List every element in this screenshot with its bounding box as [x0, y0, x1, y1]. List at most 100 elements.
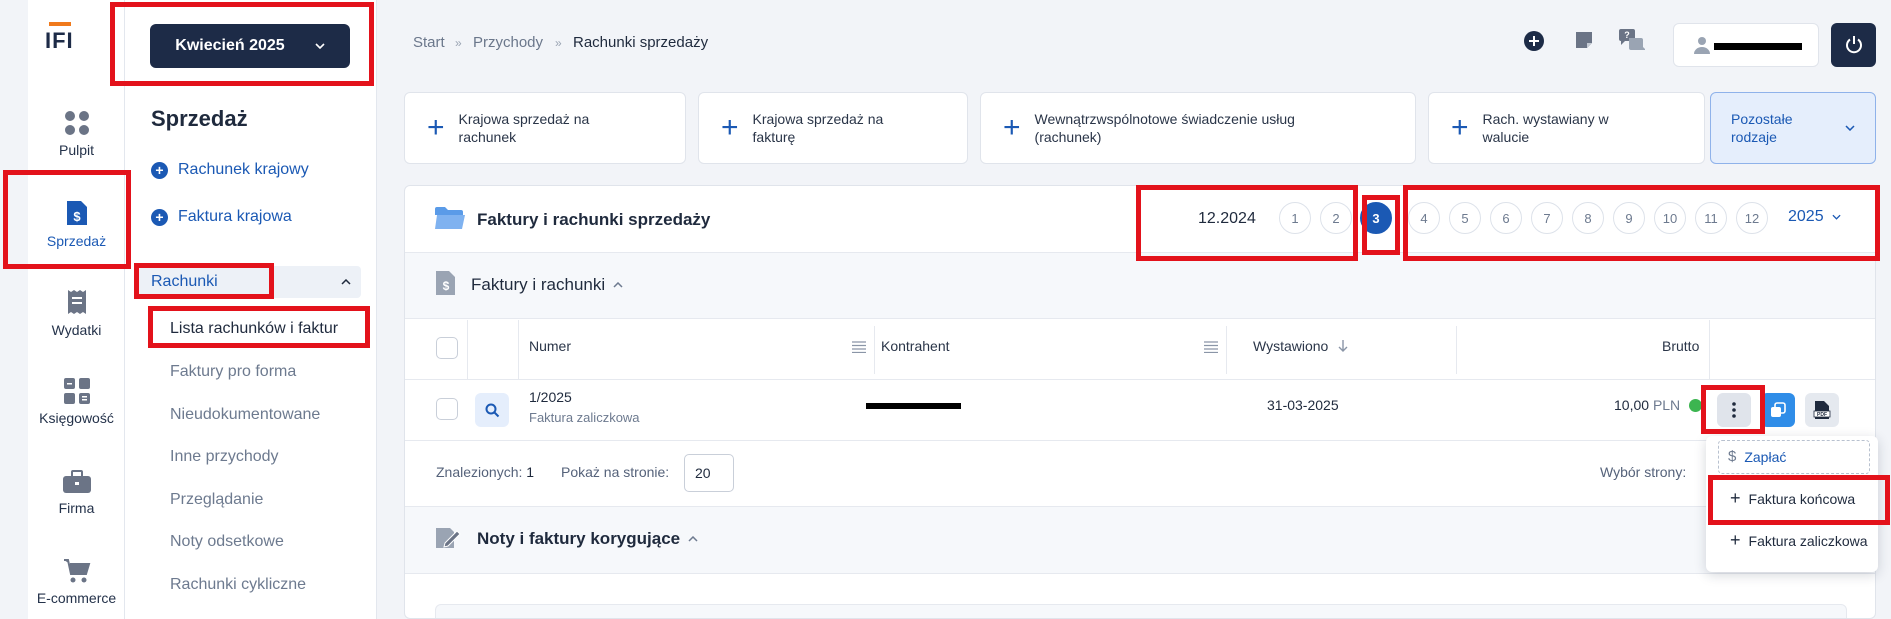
corrections-section-title[interactable]: Noty i faktury korygujące [477, 529, 698, 549]
quick-card-domestic-invoice[interactable]: + Krajowa sprzedaż na fakturę [698, 92, 968, 164]
column-divider [467, 320, 468, 380]
rail-item-sprzedaz[interactable]: $ Sprzedaż [28, 199, 125, 249]
plus-icon: + [1451, 111, 1469, 144]
group-header-rachunki[interactable]: Rachunki [139, 266, 361, 298]
plus-icon: + [1003, 111, 1021, 144]
pdf-button[interactable]: PDF [1805, 393, 1839, 427]
row-checkbox[interactable] [436, 398, 458, 420]
invoice-number[interactable]: 1/2025 [529, 389, 572, 405]
column-header-issued[interactable]: Wystawiono [1253, 338, 1348, 354]
logout-button[interactable] [1831, 23, 1876, 67]
per-page-input[interactable]: 20 [684, 454, 734, 492]
sub-navigation: Kwiecień 2025 Sprzedaż + Rachunek krajow… [125, 0, 377, 619]
briefcase-icon [62, 470, 91, 493]
plus-icon: + [427, 111, 445, 144]
month-page-2[interactable]: 2 [1320, 202, 1352, 234]
svg-text:?: ? [1624, 30, 1630, 40]
quick-card-eu-services[interactable]: + Wewnątrzwspólnotowe świadczenie usług … [980, 92, 1416, 164]
previous-period-link[interactable]: 12.2024 [1198, 210, 1256, 228]
row-more-button[interactable] [1717, 393, 1751, 427]
month-page-9[interactable]: 9 [1613, 202, 1645, 234]
status-dot [1689, 399, 1702, 412]
rail-item-firma[interactable]: Firma [28, 470, 125, 516]
plus-circle-icon: + [151, 161, 168, 179]
sort-down-icon [1338, 340, 1348, 352]
month-page-10[interactable]: 10 [1654, 202, 1686, 234]
breadcrumb-revenues[interactable]: Przychody [473, 34, 543, 51]
advance-invoice-action[interactable]: + Faktura zaliczkowa [1730, 530, 1868, 551]
quick-card-foreign-currency[interactable]: + Rach. wystawiany w walucie [1428, 92, 1705, 164]
column-menu-icon[interactable] [852, 341, 866, 353]
column-menu-icon[interactable] [1204, 341, 1218, 353]
subnav-item-interest-notes[interactable]: Noty odsetkowe [170, 533, 284, 551]
month-page-1[interactable]: 1 [1279, 202, 1311, 234]
breadcrumb-separator-icon: » [555, 36, 562, 50]
select-all-checkbox[interactable] [436, 337, 458, 359]
receipt-icon [67, 290, 86, 314]
subnav-item-proforma[interactable]: Faktury pro forma [170, 363, 296, 381]
subnav-item-undocumented[interactable]: Nieudokumentowane [170, 406, 320, 424]
cart-icon [63, 559, 90, 583]
subnav-item-recurring[interactable]: Rachunki cykliczne [170, 576, 306, 594]
subnav-item-other-income[interactable]: Inne przychody [170, 448, 279, 466]
add-domestic-invoice-link[interactable]: + Faktura krajowa [151, 208, 292, 226]
dashboard-icon [64, 111, 89, 135]
copy-button[interactable] [1761, 393, 1795, 427]
redacted-username [1714, 43, 1802, 50]
year-selector[interactable]: 2025 [1788, 208, 1841, 226]
chevron-up-icon [341, 279, 351, 285]
pay-action[interactable]: $ Zapłać [1728, 448, 1786, 465]
column-header-contractor[interactable]: Kontrahent [881, 338, 950, 354]
found-count: Znalezionych: 1 [436, 464, 535, 480]
breadcrumb-start[interactable]: Start [413, 34, 445, 51]
power-icon [1845, 36, 1862, 54]
column-divider [1709, 320, 1710, 380]
quick-card-domestic-bill[interactable]: + Krajowa sprzedaż na rachunek [404, 92, 686, 164]
month-page-11[interactable]: 11 [1695, 202, 1727, 234]
redacted-contractor [866, 403, 961, 409]
final-invoice-action[interactable]: + Faktura końcowa [1730, 488, 1855, 509]
column-header-number[interactable]: Numer [529, 338, 571, 354]
page-select-label: Wybór strony: [1600, 464, 1687, 480]
column-divider [874, 326, 875, 374]
calculator-icon [63, 378, 90, 404]
month-page-3[interactable]: 3 [1360, 202, 1392, 234]
chevron-up-icon [613, 282, 623, 288]
plus-icon: + [1730, 530, 1741, 550]
breadcrumb-current: Rachunki sprzedaży [573, 34, 709, 51]
invoices-section-header[interactable] [405, 252, 1875, 319]
month-page-7[interactable]: 7 [1531, 202, 1563, 234]
pdf-icon: PDF [1813, 401, 1831, 419]
month-page-8[interactable]: 8 [1572, 202, 1604, 234]
rail-item-pulpit[interactable]: Pulpit [28, 110, 125, 158]
plus-icon: + [1730, 488, 1741, 508]
kebab-menu-icon [1732, 402, 1736, 418]
rail-item-wydatki[interactable]: Wydatki [28, 288, 125, 338]
add-domestic-bill-link[interactable]: + Rachunek krajowy [151, 161, 309, 179]
rail-item-ecommerce[interactable]: E-commerce [28, 558, 125, 606]
preview-button[interactable] [475, 393, 509, 427]
notes-icon[interactable] [1574, 30, 1594, 50]
month-page-5[interactable]: 5 [1449, 202, 1481, 234]
other-types-dropdown[interactable]: Pozostałe rodzaje [1710, 92, 1876, 164]
invoices-section-title[interactable]: Faktury i rachunki [471, 275, 623, 295]
per-page-label: Pokaż na stronie: [561, 464, 670, 480]
chat-help-icon[interactable]: ? [1617, 28, 1645, 52]
column-header-gross[interactable]: Brutto [1662, 338, 1699, 354]
chevron-down-icon [315, 43, 325, 49]
breadcrumb-separator-icon: » [455, 36, 462, 50]
user-menu[interactable] [1673, 23, 1819, 67]
subnav-item-browsing[interactable]: Przeglądanie [170, 491, 263, 509]
month-page-6[interactable]: 6 [1490, 202, 1522, 234]
app-logo[interactable]: IFI [45, 22, 75, 54]
rail-item-ksiegowosc[interactable]: Księgowość [28, 378, 125, 426]
section-title: Sprzedaż [151, 106, 248, 131]
month-page-4[interactable]: 4 [1408, 202, 1440, 234]
subnav-item-list[interactable]: Lista rachunków i faktur [170, 320, 338, 338]
dollar-icon: $ [1728, 448, 1737, 465]
svg-text:$: $ [73, 209, 81, 224]
month-selector[interactable]: Kwiecień 2025 [150, 24, 350, 68]
month-page-12[interactable]: 12 [1736, 202, 1768, 234]
copy-icon [1771, 402, 1786, 417]
add-circle-icon[interactable] [1523, 30, 1545, 52]
